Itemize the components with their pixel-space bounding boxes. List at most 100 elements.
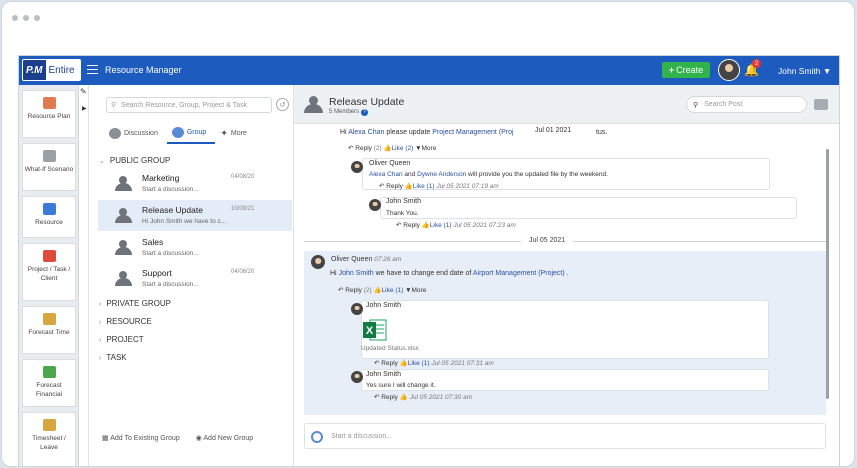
window-dot[interactable] [12,15,18,21]
user-menu[interactable]: John Smith ▼ [778,66,831,76]
group-search-input[interactable]: ⚲ Search Resource, Group, Project & Task [106,97,272,113]
like-button[interactable]: 👍Like (2) [383,145,413,152]
project-link[interactable]: Airport Management (Project) [473,270,565,277]
section-resource[interactable]: › RESOURCE [99,317,152,326]
discussion-panel: Release Update 5 Members? ⚲ Search Post H… [294,85,839,466]
window-controls [12,15,40,21]
avatar[interactable] [351,161,363,173]
top-bar: P.M Entire Resource Manager + Create 🔔 2… [19,56,839,85]
user-avatar[interactable] [718,59,740,81]
group-item[interactable]: Sales Start a discussion... [98,232,292,263]
window-dot[interactable] [23,15,29,21]
section-project[interactable]: › PROJECT [99,335,144,344]
section-public-group[interactable]: ⌄ PUBLIC GROUP [99,156,170,165]
avatar[interactable] [351,371,363,383]
notification-badge: 2 [752,59,761,68]
group-item[interactable]: Support 04/08/20 Start a discussion... [98,263,292,294]
nav-item-forecast-time[interactable]: Forecast Time [22,306,76,354]
section-task[interactable]: › TASK [99,353,127,362]
reply-button[interactable]: ↶ Reply (2) [348,145,382,152]
plus-icon: + [668,65,675,75]
reply-actions: ↶ Reply 👍 Jul 05 2021 07:30 am [374,393,472,401]
nav-label: Forecast Time [28,329,70,336]
chevron-down-icon: ⌄ [99,158,105,165]
like-button[interactable]: 👍Like (1) [422,222,452,229]
like-button[interactable]: 👍Like (1) [405,183,435,190]
group-item-selected[interactable]: Release Update 10/09/21 Hi John Smith we… [98,200,292,231]
tab-discussion[interactable]: Discussion [104,127,167,144]
like-button[interactable]: 👍Like (1) [373,287,403,294]
nav-item-what-if[interactable]: What-If Scenario [22,143,76,191]
members-list-icon[interactable] [814,99,828,110]
nav-item-resource[interactable]: Resource [22,196,76,238]
group-tabs: Discussion Group ✦ More [104,127,256,144]
discussion-composer[interactable]: Start a discussion... [304,423,826,449]
more-button[interactable]: ▼More [405,287,426,294]
logo-text: Entire [48,64,75,76]
composer-placeholder: Start a discussion... [331,433,393,440]
add-new-group-link[interactable]: ◉ Add New Group [196,434,253,442]
reply-button[interactable]: ↶ Reply [374,394,398,401]
reply-button[interactable]: ↶ Reply [374,360,398,367]
group-icon [171,127,184,138]
file-name[interactable]: Updated Status.xlsx [361,345,419,352]
reply-button[interactable]: ↶ Reply [396,222,420,229]
app-logo[interactable]: P.M Entire [22,59,81,81]
app-frame: P.M Entire Resource Manager + Create 🔔 2… [18,55,840,466]
excel-file-icon[interactable]: X [362,318,388,342]
reply-author[interactable]: Oliver Queen [369,160,410,167]
nav-item-forecast-financial[interactable]: Forecast Financial [22,359,76,407]
feed-scrollbar[interactable] [825,125,830,415]
add-to-group-icon: ▦ [102,435,109,442]
post-search-input[interactable]: ⚲ Search Post [686,96,807,113]
mention-link[interactable]: Alexa Chan [348,129,384,136]
reply-author[interactable]: John Smith [386,198,421,205]
reply-author[interactable]: John Smith [366,302,401,309]
discussion-icon [109,128,121,139]
avatar[interactable] [369,199,381,211]
post-actions: ↶ Reply (2) 👍Like (1) ▼More [338,286,426,294]
mention-link[interactable]: Dywne Anderson [417,171,466,178]
tab-more[interactable]: ✦ More [215,127,256,144]
section-private-group[interactable]: › PRIVATE GROUP [99,299,171,308]
reply-button[interactable]: ↶ Reply [379,183,403,190]
avatar[interactable] [311,255,325,269]
nav-label: Forecast Financial [35,382,62,398]
reply-text: Thank You. [386,210,419,217]
post-search-placeholder: Search Post [704,101,743,108]
group-date: 04/08/20 [231,269,255,275]
history-icon[interactable]: ↺ [276,98,289,111]
nav-item-project[interactable]: Project / Task / Client [22,243,76,301]
pencil-icon[interactable]: ✎ [80,87,87,96]
reply-author[interactable]: John Smith [366,371,401,378]
nav-item-timesheet[interactable]: Timesheet / Leave [22,412,76,466]
section-label: PROJECT [106,335,144,344]
reply-button[interactable]: ↶ Reply (2) [338,287,372,294]
like-button[interactable]: 👍Like (1) [400,360,430,367]
reply-card [380,197,797,219]
project-link[interactable]: Project Management (Proj [432,129,513,136]
post-author[interactable]: Oliver Queen [331,256,372,263]
forecast-time-icon [42,313,56,325]
group-date: 04/08/20 [231,174,255,180]
window-dot[interactable] [34,15,40,21]
group-last-message: Start a discussion... [142,186,199,193]
add-existing-group-link[interactable]: ▦ Add To Existing Group [102,434,180,442]
group-last-message: Hi John Smith we have to c... [142,218,227,225]
resource-icon [42,203,56,215]
mention-link[interactable]: John Smith [339,270,374,277]
group-item[interactable]: Marketing 04/08/20 Start a discussion... [98,168,292,199]
scrollbar-thumb[interactable] [826,149,829,399]
expand-arrow-icon[interactable]: ▶ [82,105,87,112]
members-count[interactable]: 5 Members? [329,109,369,116]
mention-link[interactable]: Alexa Chan [369,171,403,178]
avatar[interactable] [351,303,363,315]
like-button[interactable]: 👍 [400,394,408,401]
menu-icon[interactable] [87,65,98,74]
more-button[interactable]: ▼More [415,145,436,152]
post-text: Hi John Smith we have to change end date… [330,270,569,277]
magic-wand-icon: ✦ [220,128,228,138]
create-button[interactable]: + Create [662,62,710,78]
tab-group[interactable]: Group [166,127,216,144]
nav-item-resource-plan[interactable]: Resource Plan [22,90,76,138]
